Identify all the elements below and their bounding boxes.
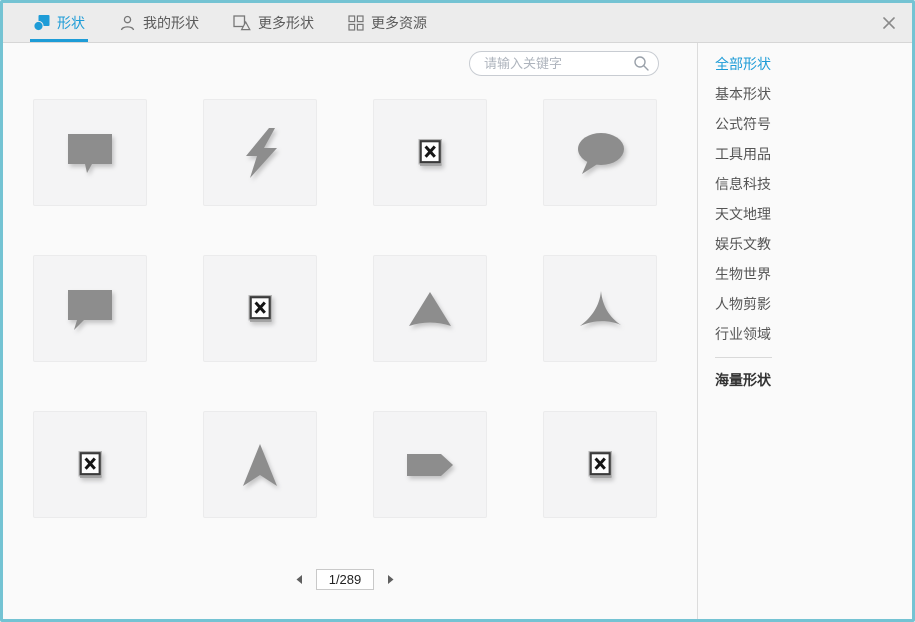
sidebar-item-people-silhouettes[interactable]: 人物剪影 — [715, 289, 912, 319]
person-icon — [119, 15, 136, 31]
sidebar-item-industry-fields[interactable]: 行业领域 — [715, 319, 912, 349]
sidebar-item-massive-shapes[interactable]: 海量形状 — [715, 365, 912, 395]
ellipse-speech-bubble-icon — [574, 130, 626, 176]
shape-tile[interactable] — [33, 99, 147, 206]
search-input[interactable] — [484, 56, 633, 71]
shape-tile[interactable] — [33, 255, 147, 362]
tab-shapes[interactable]: 形状 — [33, 3, 85, 42]
sidebar-item-all-shapes[interactable]: 全部形状 — [715, 49, 912, 79]
concave-base-triangle-icon — [405, 288, 455, 330]
sidebar-divider — [715, 357, 772, 358]
shape-tile[interactable] — [203, 255, 317, 362]
tab-label: 更多资源 — [371, 13, 427, 33]
tab-label: 形状 — [57, 13, 85, 33]
lightning-bolt-icon — [237, 128, 283, 178]
search-box — [469, 51, 659, 76]
pagination: 1/289 — [3, 569, 687, 590]
sidebar-item-tools-supplies[interactable]: 工具用品 — [715, 139, 912, 169]
tricorn-star-icon — [575, 288, 625, 330]
sidebar-item-astronomy-geography[interactable]: 天文地理 — [715, 199, 912, 229]
shape-tile[interactable] — [373, 411, 487, 518]
broken-image-icon — [418, 139, 443, 166]
sidebar-item-biology-world[interactable]: 生物世界 — [715, 259, 912, 289]
close-button[interactable] — [878, 3, 900, 42]
tab-more-shapes[interactable]: 更多形状 — [233, 3, 314, 42]
shape-tile[interactable] — [543, 99, 657, 206]
shape-tile[interactable] — [373, 255, 487, 362]
speech-bubble-rect-left-tail-icon — [63, 286, 117, 332]
broken-image-icon — [248, 295, 273, 322]
sidebar-item-info-technology[interactable]: 信息科技 — [715, 169, 912, 199]
sidebar-item-entertainment-education[interactable]: 娱乐文教 — [715, 229, 912, 259]
next-page-button[interactable] — [385, 572, 397, 587]
content-area: 1/289 全部形状基本形状公式符号工具用品信息科技天文地理娱乐文教生物世界人物… — [3, 43, 912, 619]
arrowhead-cursor-icon — [239, 442, 281, 488]
main-panel: 1/289 — [3, 43, 697, 619]
tab-label: 我的形状 — [143, 13, 199, 33]
shape-tile[interactable] — [33, 411, 147, 518]
grid-icon — [348, 15, 364, 31]
shape-tile[interactable] — [203, 411, 317, 518]
tab-bar: 形状 我的形状 更多形状 更多资源 — [3, 3, 912, 43]
shape-tile[interactable] — [543, 255, 657, 362]
tab-label: 更多形状 — [258, 13, 314, 33]
shape-tile[interactable] — [373, 99, 487, 206]
more-shapes-icon — [233, 15, 251, 31]
close-icon — [882, 16, 896, 30]
shapes-library-window: 形状 我的形状 更多形状 更多资源 — [0, 0, 915, 622]
shape-tile[interactable] — [543, 411, 657, 518]
page-indicator[interactable]: 1/289 — [316, 569, 374, 590]
chevron-left-icon — [295, 574, 303, 585]
right-arrow-pentagon-icon — [405, 452, 455, 478]
shape-grid — [33, 99, 697, 518]
search-icon[interactable] — [633, 55, 650, 72]
category-sidebar: 全部形状基本形状公式符号工具用品信息科技天文地理娱乐文教生物世界人物剪影行业领域… — [697, 43, 912, 619]
chevron-right-icon — [387, 574, 395, 585]
broken-image-icon — [588, 451, 613, 478]
tab-my-shapes[interactable]: 我的形状 — [119, 3, 199, 42]
shape-tile[interactable] — [203, 99, 317, 206]
search-row — [3, 51, 697, 76]
sidebar-item-basic-shapes[interactable]: 基本形状 — [715, 79, 912, 109]
broken-image-icon — [78, 451, 103, 478]
tab-more-resources[interactable]: 更多资源 — [348, 3, 427, 42]
shapes-icon — [33, 14, 50, 31]
speech-bubble-rect-icon — [63, 130, 117, 176]
sidebar-item-formula-symbols[interactable]: 公式符号 — [715, 109, 912, 139]
prev-page-button[interactable] — [293, 572, 305, 587]
